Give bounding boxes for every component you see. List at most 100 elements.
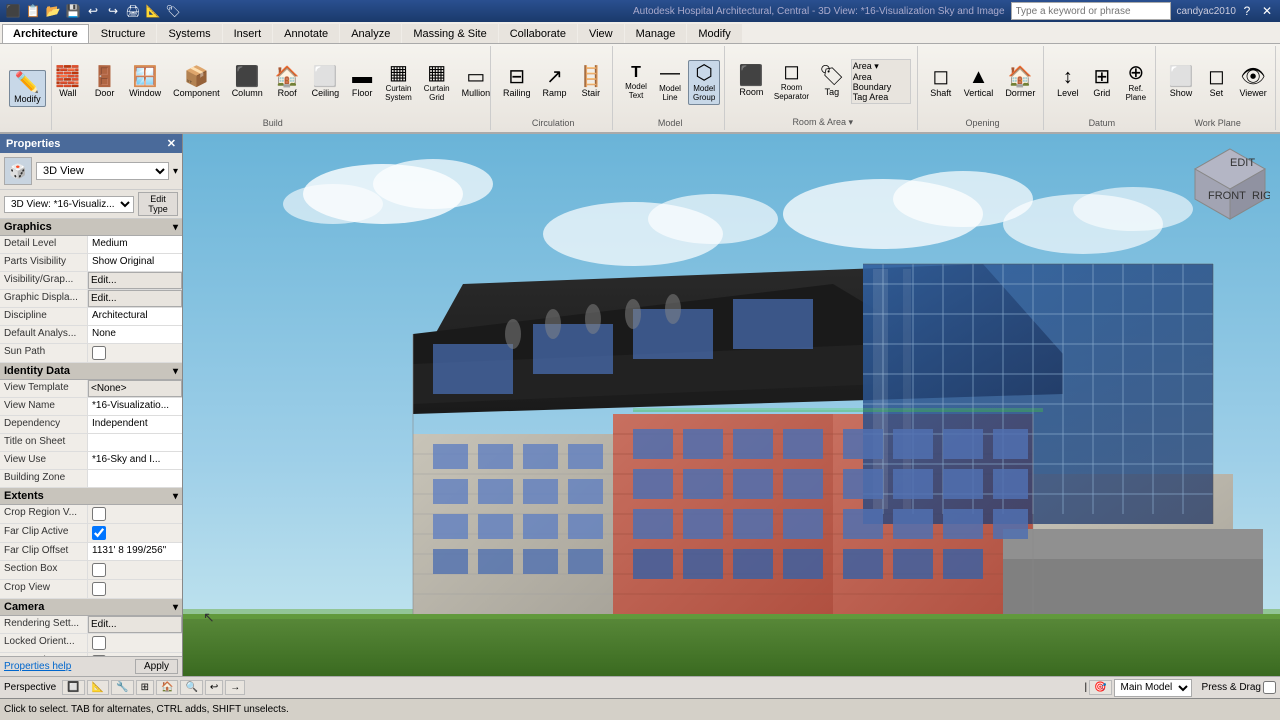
tab-collaborate[interactable]: Collaborate xyxy=(499,24,577,43)
dormer-icon: 🏠 xyxy=(1008,67,1033,87)
view-btn-5[interactable]: 🔍 xyxy=(180,680,202,695)
building-view xyxy=(183,134,1280,676)
grid-btn[interactable]: ⊞ Grid xyxy=(1086,64,1118,101)
show-workplane-btn[interactable]: ⬜ Show xyxy=(1164,64,1199,101)
search-input[interactable] xyxy=(1011,2,1171,20)
ramp-btn[interactable]: ↗ Ramp xyxy=(537,64,571,101)
window-btn[interactable]: 🪟 Window xyxy=(124,64,166,101)
model-text-btn[interactable]: T ModelText xyxy=(620,62,652,103)
room-separator-btn[interactable]: ◻ RoomSeparator xyxy=(770,59,813,104)
section-box-checkbox[interactable] xyxy=(92,563,106,577)
area-btn[interactable]: Area ▾ xyxy=(853,61,909,72)
sun-path-checkbox[interactable] xyxy=(92,346,106,360)
model-group-btn[interactable]: ⬡ ModelGroup xyxy=(688,60,720,105)
far-clip-active-checkbox[interactable] xyxy=(92,526,106,540)
set-workplane-btn[interactable]: ◻ Set xyxy=(1200,64,1232,101)
ceiling-btn[interactable]: ⬜ Ceiling xyxy=(307,64,345,101)
press-drag-checkbox[interactable] xyxy=(1263,681,1276,694)
model-line-btn[interactable]: — ModelLine xyxy=(654,60,686,105)
apply-btn[interactable]: Apply xyxy=(135,659,178,674)
new-btn[interactable]: 📋 xyxy=(24,2,42,20)
dormer-btn[interactable]: 🏠 Dormer xyxy=(1000,64,1040,101)
ribbon-tabs: Architecture Structure Systems Insert An… xyxy=(0,22,1280,44)
tab-analyze[interactable]: Analyze xyxy=(340,24,401,43)
quick-access-toolbar: ⬛ 📋 📂 💾 ↩ ↪ 🖨 📐 🏷 Autodesk Hospital Arch… xyxy=(0,0,1280,22)
view-cube[interactable]: EDIT FRONT RIGHT xyxy=(1190,144,1270,224)
view-template-btn[interactable]: <None> xyxy=(88,380,182,397)
prop-discipline: Discipline Architectural xyxy=(0,308,182,326)
tag-area-btn[interactable]: Tag Area xyxy=(853,92,909,102)
undo-btn[interactable]: ↩ xyxy=(84,2,102,20)
view-btn-6[interactable]: ↩ xyxy=(205,680,223,695)
edit-type-btn[interactable]: Edit Type xyxy=(138,192,178,216)
view-type-dropdown[interactable]: 3D View xyxy=(36,162,169,180)
roof-btn[interactable]: 🏠 Roof xyxy=(270,64,305,101)
help-btn[interactable]: ? xyxy=(1238,2,1256,20)
stair-btn[interactable]: 🪜 Stair xyxy=(573,64,608,101)
identity-section-header[interactable]: Identity Data ▾ xyxy=(0,363,182,380)
locked-orientation-checkbox[interactable] xyxy=(92,636,106,650)
save-btn[interactable]: 💾 xyxy=(64,2,82,20)
tab-architecture[interactable]: Architecture xyxy=(2,24,89,43)
component-btn[interactable]: 📦 Component xyxy=(168,64,225,101)
tab-view[interactable]: View xyxy=(578,24,624,43)
tag-room-btn[interactable]: 🏷 Tag xyxy=(815,63,849,100)
crop-region-checkbox[interactable] xyxy=(92,507,106,521)
floor-btn[interactable]: ▬ Floor xyxy=(346,64,378,101)
model-selector-dropdown[interactable]: Main Model xyxy=(1114,679,1192,697)
room-btn[interactable]: ⬛ Room xyxy=(735,63,768,100)
door-btn[interactable]: 🚪 Door xyxy=(87,64,122,101)
select-btn[interactable]: ✏️ Modify xyxy=(9,70,46,107)
circulation-group-label: Circulation xyxy=(532,116,575,128)
graphics-section-header[interactable]: Graphics ▾ xyxy=(0,219,182,236)
tab-systems[interactable]: Systems xyxy=(157,24,221,43)
close-btn[interactable]: ✕ xyxy=(1258,2,1276,20)
tab-insert[interactable]: Insert xyxy=(223,24,273,43)
properties-panel: Properties ✕ 🎲 3D View ▾ 3D View: *16-Vi… xyxy=(0,134,183,676)
view-btn-4[interactable]: 🏠 xyxy=(156,680,178,695)
print-btn[interactable]: 🖨 xyxy=(124,2,142,20)
camera-section-header[interactable]: Camera ▾ xyxy=(0,599,182,616)
visibility-edit-btn[interactable]: Edit... xyxy=(88,272,182,289)
tab-structure[interactable]: Structure xyxy=(90,24,157,43)
level-btn[interactable]: ↕ Level xyxy=(1052,64,1084,101)
tab-massing[interactable]: Massing & Site xyxy=(402,24,497,43)
app-menu-btn[interactable]: ⬛ xyxy=(4,2,22,20)
wall-btn[interactable]: 🧱 Wall xyxy=(50,64,85,101)
curtain-grid-btn[interactable]: ▦ CurtainGrid xyxy=(419,60,455,105)
tab-manage[interactable]: Manage xyxy=(625,24,687,43)
graphic-display-edit-btn[interactable]: Edit... xyxy=(88,290,182,307)
prop-table: Graphics ▾ Detail Level Medium Parts Vis… xyxy=(0,219,182,656)
rendering-settings-btn[interactable]: Edit... xyxy=(88,616,182,633)
shaft-btn[interactable]: ◻ Shaft xyxy=(925,64,957,101)
press-drag-label: Press & Drag xyxy=(1202,682,1261,693)
view-btn-2[interactable]: 🔧 xyxy=(111,680,133,695)
properties-close-btn[interactable]: ✕ xyxy=(167,137,176,150)
viewport[interactable]: EDIT FRONT RIGHT ↖ xyxy=(183,134,1280,676)
railing-btn[interactable]: ⊟ Railing xyxy=(498,64,536,101)
properties-help-link[interactable]: Properties help xyxy=(4,661,71,672)
model-selector-btn[interactable]: 🎯 xyxy=(1089,680,1111,695)
curtain-system-btn[interactable]: ▦ CurtainSystem xyxy=(380,60,417,105)
crop-view-checkbox[interactable] xyxy=(92,582,106,596)
tab-modify[interactable]: Modify xyxy=(687,24,741,43)
view-selector-dropdown[interactable]: 3D View: *16-Visualiz... xyxy=(4,196,134,213)
area-boundary-btn[interactable]: Area Boundary xyxy=(853,72,909,92)
tab-annotate[interactable]: Annotate xyxy=(273,24,339,43)
mullion-btn[interactable]: ▭ Mullion xyxy=(457,64,496,101)
tag-btn[interactable]: 🏷 xyxy=(164,2,182,20)
view-btn-7[interactable]: → xyxy=(225,680,245,695)
vertical-btn[interactable]: ▲ Vertical xyxy=(959,64,999,101)
ribbon-group-model: T ModelText — ModelLine ⬡ ModelGroup Mod… xyxy=(617,46,725,130)
curtain-grid-icon: ▦ xyxy=(427,63,446,83)
extents-section-header[interactable]: Extents ▾ xyxy=(0,488,182,505)
column-btn[interactable]: ⬛ Column xyxy=(227,64,268,101)
viewer-btn[interactable]: 👁 Viewer xyxy=(1234,64,1271,101)
ref-plane-btn[interactable]: ⊕ Ref.Plane xyxy=(1120,60,1152,105)
redo-btn[interactable]: ↪ xyxy=(104,2,122,20)
view-btn-3[interactable]: ⊞ xyxy=(136,680,154,695)
open-btn[interactable]: 📂 xyxy=(44,2,62,20)
view-btn-1[interactable]: 📐 xyxy=(87,680,109,695)
perspective-icon-btn[interactable]: 🔲 xyxy=(62,680,84,695)
measure-btn[interactable]: 📐 xyxy=(144,2,162,20)
